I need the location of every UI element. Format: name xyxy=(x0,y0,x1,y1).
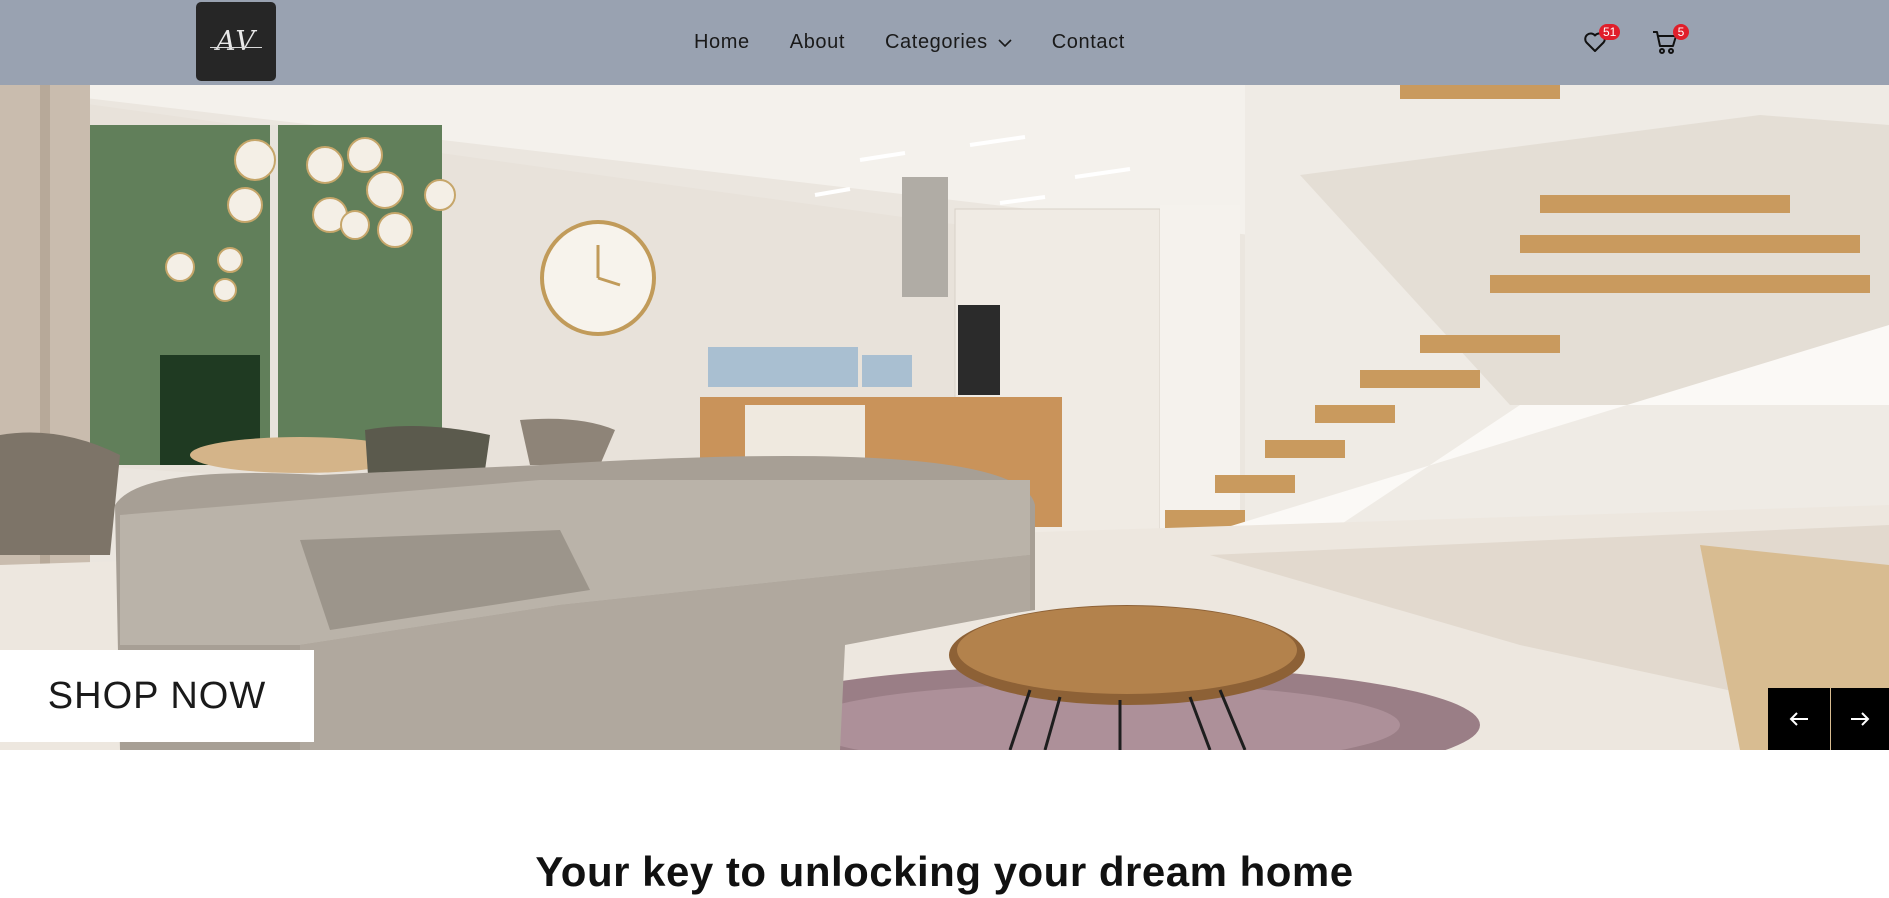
cart-count-badge: 5 xyxy=(1673,24,1689,40)
page: AV Home About Categories Contact 51 5 SH… xyxy=(0,0,1889,898)
logo-rule xyxy=(210,47,262,48)
arrow-right-icon xyxy=(1851,712,1870,726)
nav-about[interactable]: About xyxy=(790,31,845,54)
carousel-next-button[interactable] xyxy=(1831,688,1889,750)
carousel-prev-button[interactable] xyxy=(1768,688,1830,750)
arrow-left-icon xyxy=(1789,712,1808,726)
wishlist-button[interactable]: 51 xyxy=(1575,22,1621,62)
wishlist-count-badge: 51 xyxy=(1599,24,1621,40)
nav-categories[interactable]: Categories xyxy=(885,31,1012,54)
nav-contact[interactable]: Contact xyxy=(1052,31,1125,54)
nav-categories-label: Categories xyxy=(885,31,988,53)
main-nav: Home About Categories Contact xyxy=(694,0,1125,85)
site-header: AV Home About Categories Contact 51 5 xyxy=(0,0,1889,85)
hero-banner: SHOP NOW xyxy=(0,85,1889,750)
shop-now-button[interactable]: SHOP NOW xyxy=(0,650,314,742)
logo[interactable]: AV xyxy=(196,2,276,81)
nav-home[interactable]: Home xyxy=(694,31,750,54)
cart-button[interactable]: 5 xyxy=(1645,22,1689,62)
section-heading: Your key to unlocking your dream home xyxy=(535,848,1354,895)
logo-text: AV xyxy=(216,26,256,57)
chevron-down-icon xyxy=(998,38,1012,47)
